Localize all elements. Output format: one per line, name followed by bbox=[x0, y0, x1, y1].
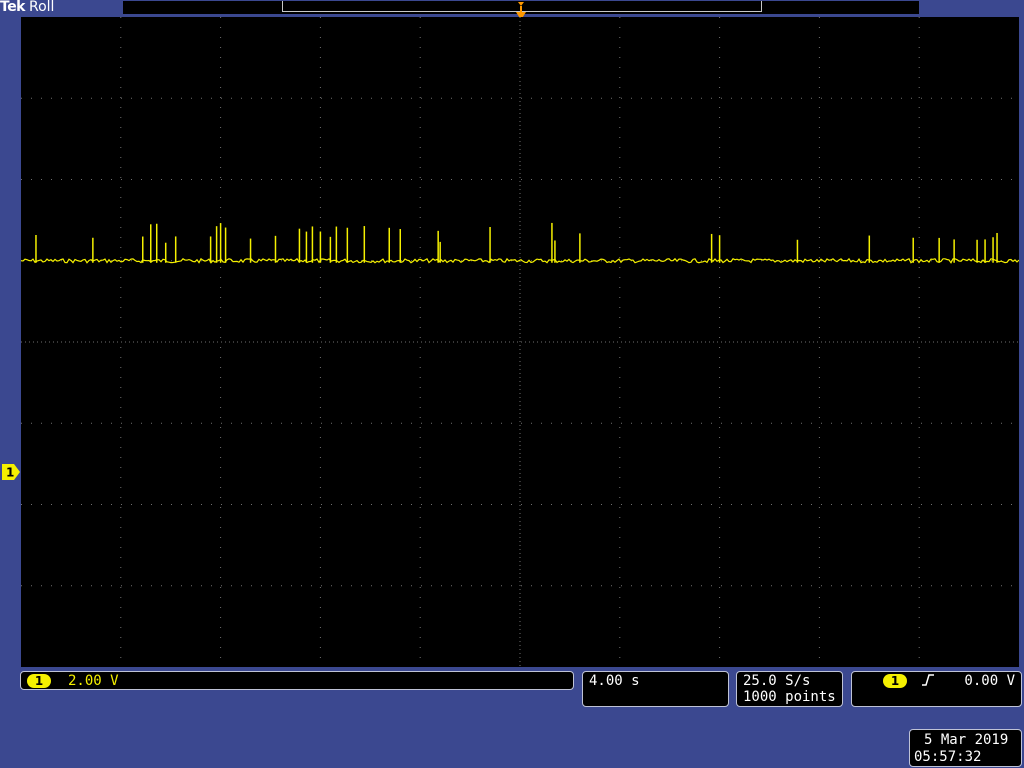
brand-title: Tek Roll bbox=[0, 0, 54, 15]
date-time-readout: 5 Mar 2019 05:57:32 bbox=[909, 729, 1022, 767]
date: 5 Mar 2019 bbox=[924, 732, 1009, 748]
horizontal-scale: 4.00 s bbox=[589, 673, 640, 689]
time: 05:57:32 bbox=[914, 749, 982, 765]
trigger-readout[interactable]: 1 0.00 V bbox=[851, 671, 1022, 707]
acquisition-mode: Roll bbox=[29, 0, 55, 15]
rising-edge-icon bbox=[920, 673, 936, 691]
acquisition-readout[interactable]: 25.0 S/s 1000 points bbox=[736, 671, 843, 707]
channel-1-badge: 1 bbox=[27, 674, 51, 688]
waveform-display[interactable] bbox=[21, 17, 1019, 667]
channel-1-ground-marker-icon[interactable]: 1 bbox=[0, 463, 22, 485]
record-length: 1000 points bbox=[743, 689, 836, 705]
horizontal-scale-readout[interactable]: 4.00 s bbox=[582, 671, 729, 707]
channel-1-scale: 2.00 V bbox=[68, 673, 119, 689]
waveform-graticule bbox=[21, 17, 1019, 667]
svg-text:1: 1 bbox=[6, 466, 14, 480]
sample-rate: 25.0 S/s bbox=[743, 673, 811, 689]
brand-logo: Tek bbox=[0, 0, 26, 15]
channel-1-readout[interactable]: 1 2.00 V bbox=[20, 671, 574, 690]
trigger-source-badge: 1 bbox=[883, 674, 907, 688]
trigger-level: 0.00 V bbox=[964, 673, 1015, 689]
